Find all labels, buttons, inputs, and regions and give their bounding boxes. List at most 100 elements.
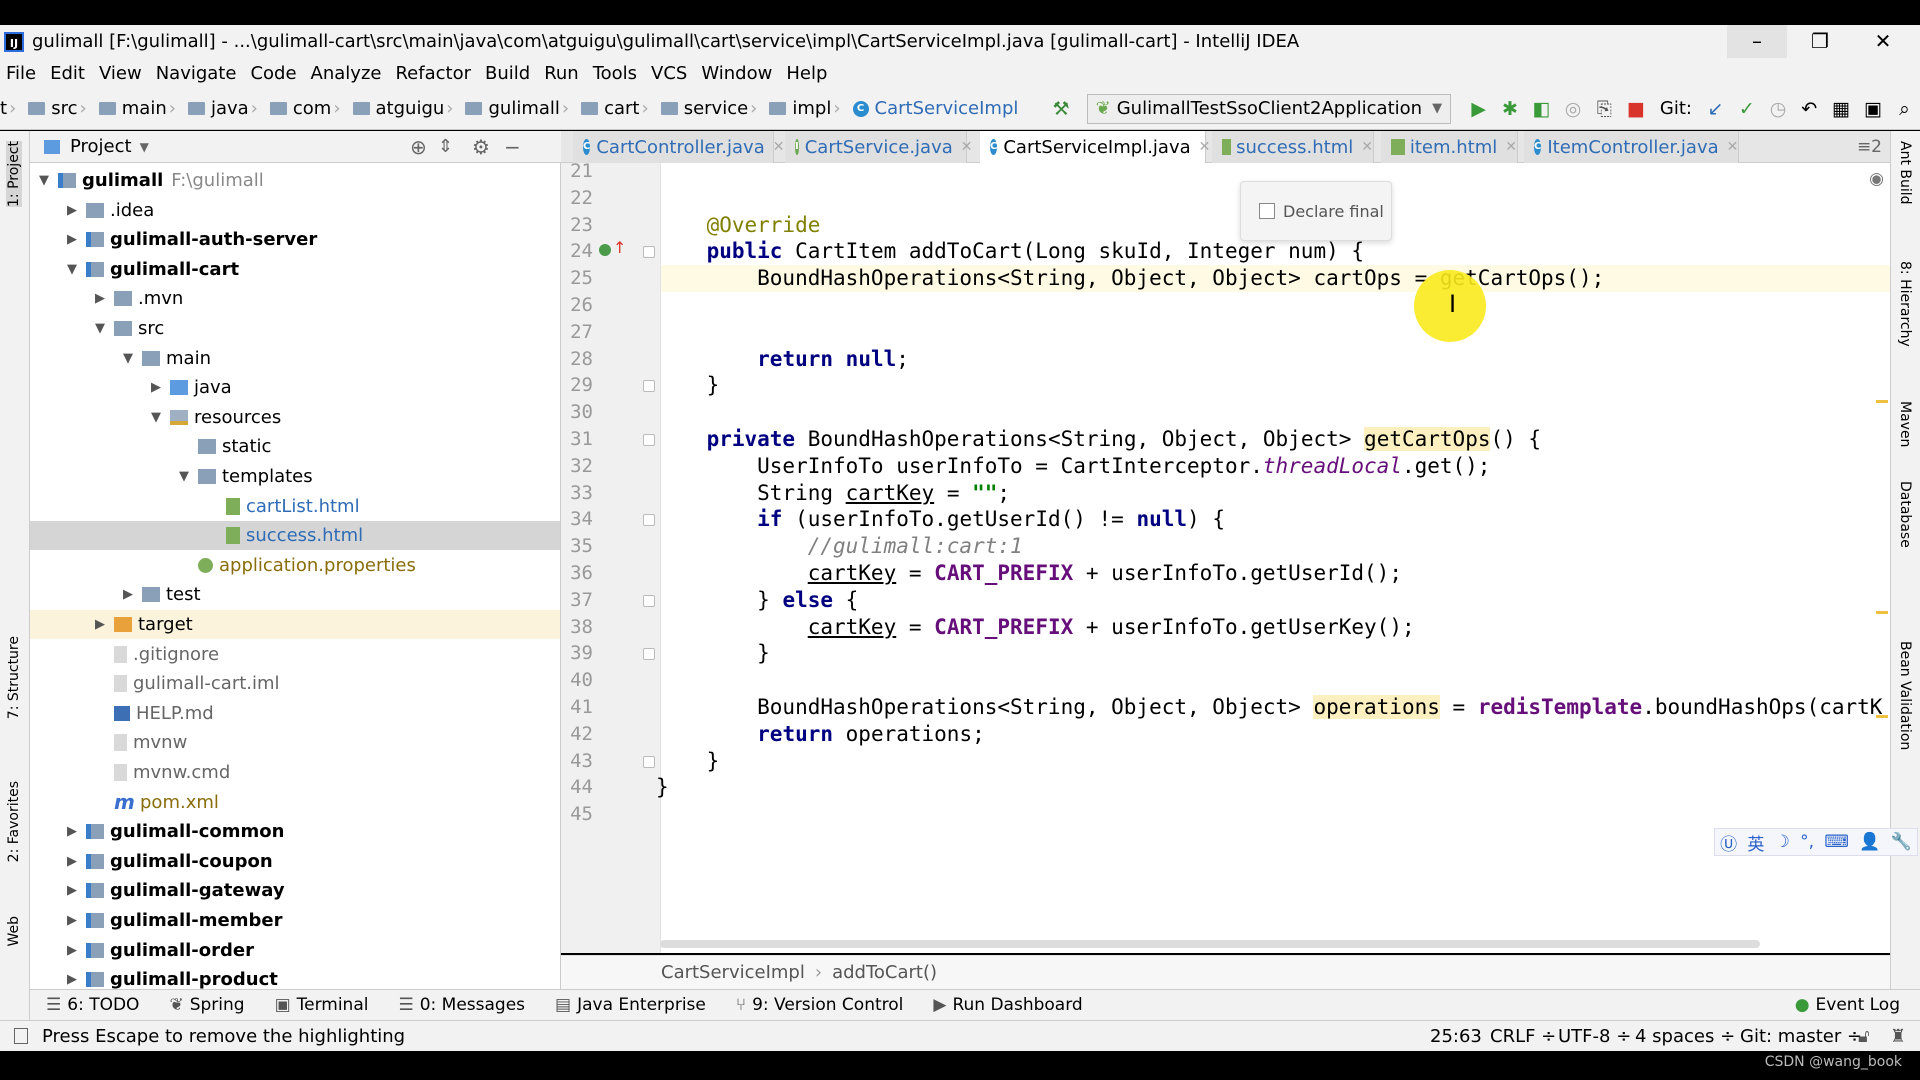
bean-validation-tool-button[interactable]: Bean Validation — [1897, 641, 1913, 750]
menu-run[interactable]: Run — [544, 63, 579, 84]
breadcrumb-method[interactable]: addToCart() — [832, 962, 937, 983]
ime-button[interactable]: Ⓤ — [1720, 830, 1737, 855]
lock-icon[interactable]: 🔓︎ — [1858, 1026, 1870, 1047]
build-hammer-icon[interactable]: ⚒ — [1052, 98, 1070, 120]
code-line[interactable]: cartKey = CART_PREFIX + userInfoTo.getUs… — [656, 614, 1415, 641]
tree-item[interactable]: ▶ gulimall-member — [30, 906, 560, 935]
override-gutter-icon[interactable] — [599, 244, 611, 257]
minimize-button[interactable]: – — [1727, 25, 1787, 58]
revert-icon[interactable]: ↶ — [1801, 98, 1818, 120]
project-view-select[interactable]: Project — [70, 136, 132, 157]
event-log-button[interactable]: ● Event Log — [1795, 995, 1900, 1015]
nav-crumb[interactable]: gulimall › — [465, 98, 575, 119]
fold-marker-icon[interactable] — [643, 246, 655, 259]
chevron-right-icon[interactable]: ▶ — [62, 913, 82, 928]
project-structure-icon[interactable]: ▦ — [1832, 98, 1850, 120]
code-line[interactable]: @Override — [656, 212, 821, 239]
chevron-right-icon[interactable]: ▶ — [118, 587, 138, 602]
code-line[interactable]: return operations; — [656, 721, 985, 748]
declare-final-checkbox[interactable] — [1259, 203, 1275, 219]
tree-item[interactable]: application.properties — [30, 551, 560, 580]
close-tab-icon[interactable]: ✕ — [1199, 139, 1211, 155]
code-editor[interactable]: 21 22 23 24 25 26 27 28 29 30 31 32 33 34 35 36 37 38 39 40… — [561, 163, 1890, 953]
tree-item[interactable]: m pom.xml — [30, 788, 560, 817]
tree-item[interactable]: ▶ gulimall-coupon — [30, 847, 560, 876]
code-line[interactable]: public CartItem addToCart(Long skuId, In… — [656, 238, 1364, 265]
tree-item[interactable]: cartList.html — [30, 492, 560, 521]
gear-icon[interactable]: ⚙ — [472, 135, 490, 159]
inspector-icon[interactable]: ♜ — [1890, 1026, 1906, 1047]
tree-item[interactable]: ▶ java — [30, 373, 560, 402]
chevron-down-icon[interactable]: ▼ — [62, 262, 82, 277]
menu-view[interactable]: View — [99, 63, 142, 84]
chevron-right-icon[interactable]: ▶ — [62, 203, 82, 218]
chevron-right-icon[interactable]: ▶ — [62, 824, 82, 839]
tree-item[interactable]: ▶ .mvn — [30, 284, 560, 313]
tool-terminal[interactable]: ▣ Terminal — [275, 995, 369, 1015]
tree-item[interactable]: ▶ gulimall-product — [30, 965, 560, 989]
nav-crumb[interactable]: main › — [98, 98, 182, 119]
ant-build-tool-button[interactable]: Ant Build — [1897, 141, 1913, 205]
search-icon[interactable]: ⌕ — [1896, 98, 1913, 120]
tree-item[interactable]: mvnw — [30, 728, 560, 757]
tab-cartcontroller-java[interactable]: C CartController.java ✕ — [573, 131, 784, 163]
code-line[interactable]: String cartKey = ""; — [656, 480, 1010, 507]
collapse-all-icon[interactable]: ⇕ — [438, 136, 453, 157]
8-hierarchy-tool-button[interactable]: 8: Hierarchy — [1897, 261, 1913, 347]
tree-item[interactable]: ▼ templates — [30, 462, 560, 491]
menu-build[interactable]: Build — [485, 63, 530, 84]
error-stripe-marker[interactable] — [1876, 611, 1888, 614]
fold-marker-icon[interactable] — [643, 594, 655, 607]
fold-marker-icon[interactable] — [643, 380, 655, 393]
tree-item[interactable]: ▶ .idea — [30, 196, 560, 225]
menu-refactor[interactable]: Refactor — [395, 63, 471, 84]
git-branch-select[interactable]: Git: master ÷ — [1740, 1026, 1862, 1047]
ime-button[interactable]: ⌨ — [1824, 832, 1849, 852]
menu-file[interactable]: File — [6, 63, 36, 84]
database-tool-button[interactable]: Database — [1897, 481, 1913, 548]
code-line[interactable]: } — [656, 774, 669, 801]
nav-crumb[interactable]: t › — [0, 98, 22, 119]
error-stripe-marker[interactable] — [1876, 715, 1888, 718]
chevron-right-icon[interactable]: ▶ — [62, 943, 82, 958]
chevron-down-icon[interactable]: ▼ — [34, 173, 54, 188]
nav-crumb[interactable]: java › — [187, 98, 264, 119]
caret-position[interactable]: 25:63 — [1430, 1026, 1482, 1047]
fold-marker-icon[interactable] — [643, 514, 655, 527]
menu-edit[interactable]: Edit — [50, 63, 85, 84]
nav-crumb[interactable]: atguigu › — [352, 98, 460, 119]
chevron-right-icon[interactable]: ▶ — [62, 232, 82, 247]
nav-crumb[interactable]: src › — [28, 98, 92, 119]
attach-icon[interactable]: ⎘ — [1596, 98, 1613, 120]
git-update-icon[interactable]: ↙ — [1707, 98, 1724, 120]
tree-item[interactable]: ▶ target — [30, 610, 560, 639]
nav-crumb-current[interactable]: C CartServiceImpl — [852, 98, 1018, 119]
profile-icon[interactable]: ◎ — [1564, 98, 1582, 120]
tool-9-version-control[interactable]: ⑂ 9: Version Control — [736, 995, 904, 1015]
tree-item[interactable]: gulimall-cart.iml — [30, 669, 560, 698]
tree-item[interactable]: static — [30, 432, 560, 461]
tree-item[interactable]: ▶ gulimall-order — [30, 936, 560, 965]
code-line[interactable]: //gulimall:cart:1 — [656, 533, 1023, 560]
history-icon[interactable]: ◷ — [1769, 98, 1787, 120]
tree-item[interactable]: success.html — [30, 521, 560, 551]
debug-icon[interactable]: ✱ — [1501, 98, 1518, 120]
code-line[interactable]: cartKey = CART_PREFIX + userInfoTo.getUs… — [656, 560, 1402, 587]
chevron-right-icon[interactable]: ▶ — [62, 972, 82, 987]
tree-item[interactable]: ▼ main — [30, 344, 560, 373]
git-commit-icon[interactable]: ✓ — [1738, 98, 1755, 120]
chevron-right-icon[interactable]: ▶ — [146, 380, 166, 395]
close-button[interactable]: ✕ — [1853, 25, 1913, 58]
chevron-down-icon[interactable]: ▼ — [118, 351, 138, 366]
chevron-right-icon[interactable]: ▶ — [90, 617, 110, 632]
nav-crumb[interactable]: service › — [660, 98, 764, 119]
presentation-icon[interactable]: ▣ — [1864, 98, 1882, 120]
code-line[interactable]: } — [656, 640, 770, 667]
menu-tools[interactable]: Tools — [593, 63, 637, 84]
restore-button[interactable]: ❐ — [1790, 25, 1850, 58]
ime-button[interactable]: 🔧 — [1891, 832, 1912, 852]
tool-run-dashboard[interactable]: ▶ Run Dashboard — [933, 995, 1082, 1015]
tab-cartserviceimpl-java[interactable]: C CartServiceImpl.java ✕ — [980, 131, 1210, 163]
tool-6-todo[interactable]: ☰ 6: TODO — [46, 995, 139, 1015]
menu-vcs[interactable]: VCS — [651, 63, 687, 84]
